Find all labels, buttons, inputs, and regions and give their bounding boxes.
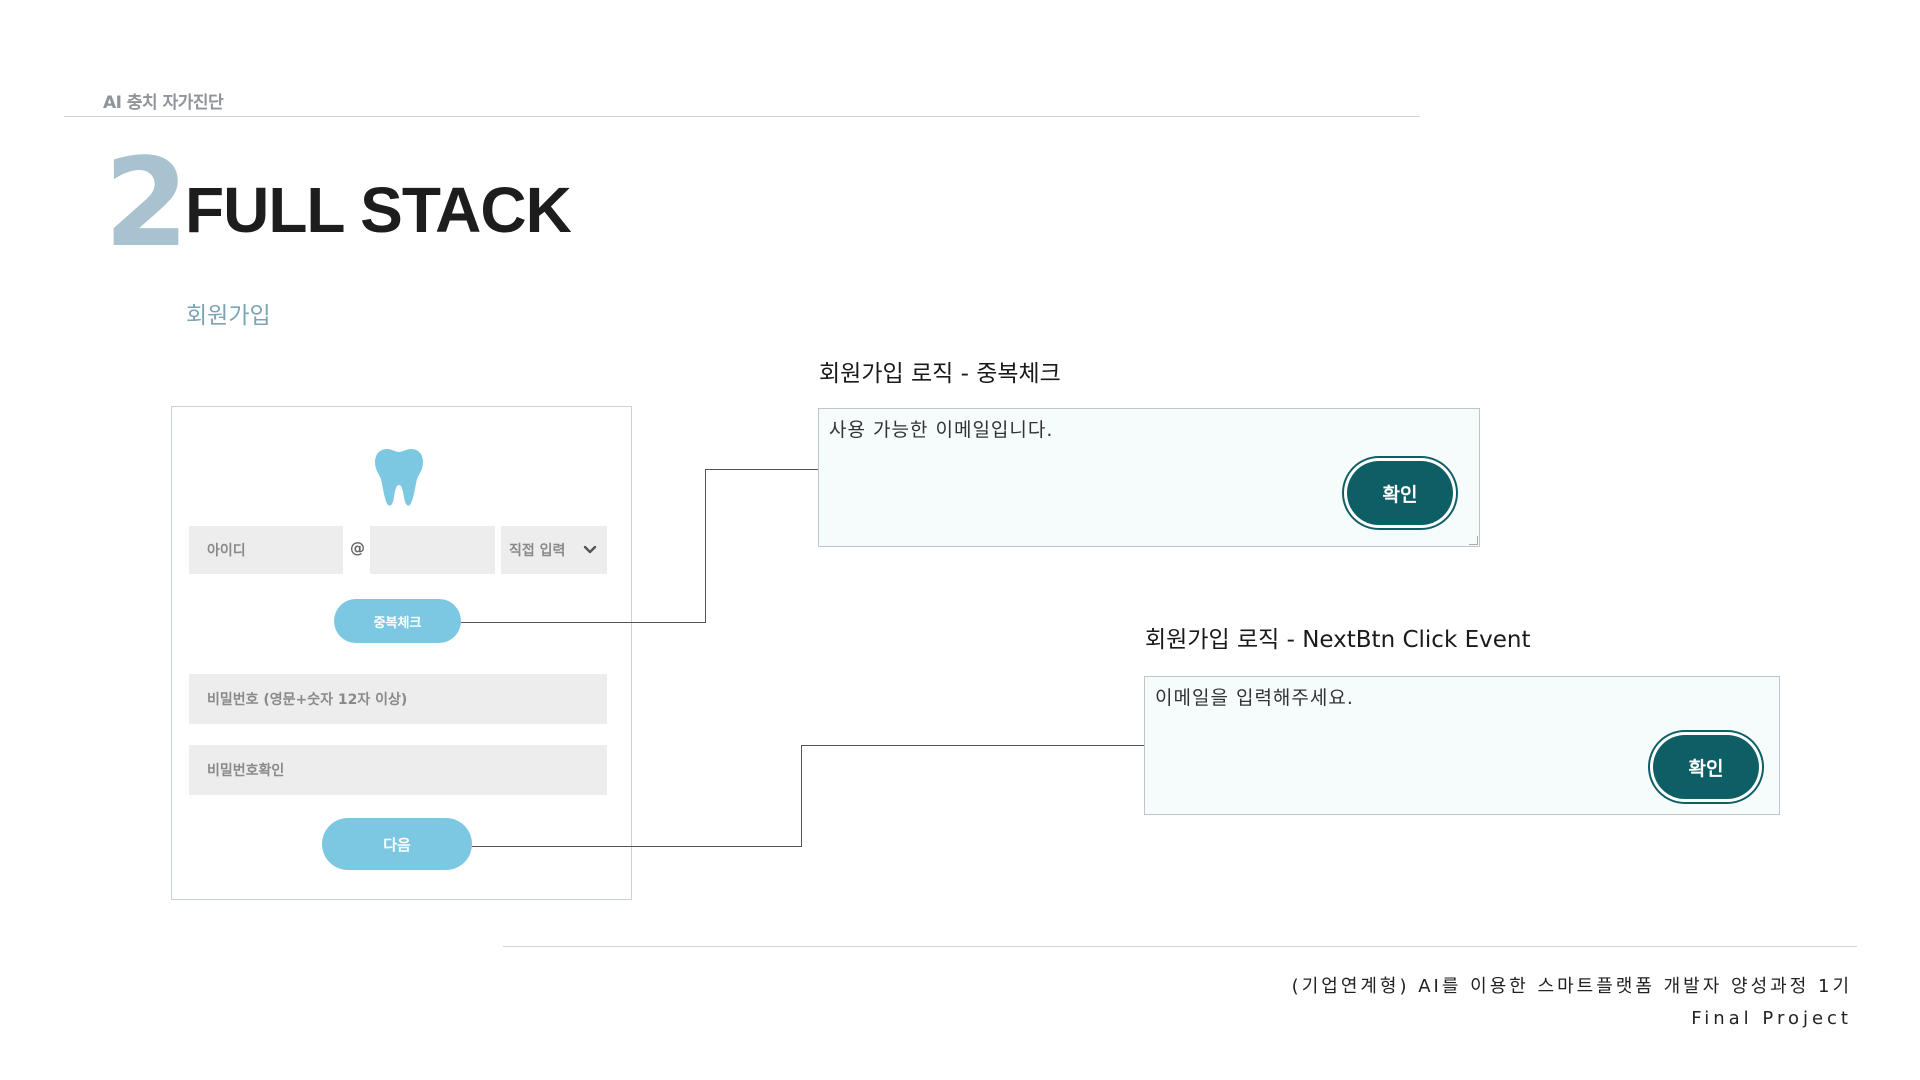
footer-course: (기업연계형) AI를 이용한 스마트플랫폼 개발자 양성과정 1기: [1291, 976, 1852, 997]
at-sign: @: [350, 539, 365, 557]
domain-select-label: 직접 입력: [509, 543, 566, 559]
next-button[interactable]: 다음: [322, 818, 472, 870]
connector-line: [472, 846, 802, 847]
id-input[interactable]: 아이디: [189, 526, 343, 574]
confirm-button[interactable]: 확인: [1347, 461, 1453, 525]
password-input[interactable]: 비밀번호 (영문+숫자 12자 이상): [189, 674, 607, 724]
header-divider: [64, 116, 1420, 117]
connector-line: [801, 745, 802, 847]
confirm-button[interactable]: 확인: [1653, 735, 1759, 799]
section-title: FULL STACK: [185, 174, 572, 246]
password-confirm-input[interactable]: 비밀번호확인: [189, 745, 607, 795]
section-number: 2: [104, 132, 189, 274]
panel-title-duplicate-check: 회원가입 로직 - 중복체크: [819, 361, 1061, 387]
footer-divider: [503, 946, 1857, 947]
alert-dialog-duplicate-check: 사용 가능한 이메일입니다. 확인: [818, 408, 1480, 547]
connector-line: [461, 622, 706, 623]
alert-message: 사용 가능한 이메일입니다.: [829, 419, 1054, 441]
email-domain-input[interactable]: [370, 526, 495, 574]
panel-title-next-click: 회원가입 로직 - NextBtn Click Event: [1145, 627, 1531, 653]
footer-project: Final Project: [1691, 1008, 1852, 1029]
duplicate-check-button[interactable]: 중복체크: [334, 599, 461, 643]
subsection-title: 회원가입: [186, 303, 271, 329]
resize-handle[interactable]: [1469, 536, 1478, 545]
connector-line: [705, 469, 819, 470]
connector-line: [801, 745, 1145, 746]
tooth-icon: [375, 449, 423, 506]
alert-message: 이메일을 입력해주세요.: [1155, 687, 1354, 709]
project-label: AI 충치 자가진단: [103, 93, 224, 113]
connector-line: [705, 469, 706, 623]
chevron-down-icon: [583, 545, 597, 554]
alert-dialog-next-click: 이메일을 입력해주세요. 확인: [1144, 676, 1780, 815]
email-domain-select[interactable]: 직접 입력: [501, 526, 607, 574]
